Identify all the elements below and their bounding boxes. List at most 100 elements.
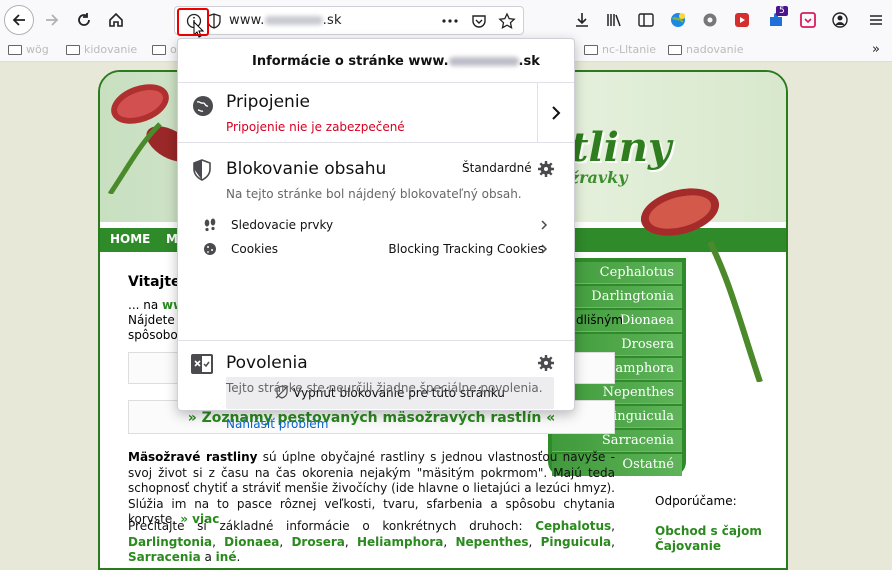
para-bold: Mäsožravé rastliny [128, 450, 258, 464]
connection-section[interactable]: Pripojenie Pripojenie nie je zabezpečené [178, 83, 574, 143]
extension-globe-button[interactable] [664, 6, 692, 34]
intro-prefix: ... na [128, 298, 159, 312]
site-info-highlight [177, 8, 209, 36]
report-issue-link[interactable]: Nahlásiť problém [226, 417, 328, 431]
cookies-row[interactable]: Cookies Blocking Tracking Cookies [178, 239, 574, 261]
blocking-level[interactable]: Štandardné [462, 161, 532, 175]
sidebar-button[interactable] [632, 6, 660, 34]
sidebar-icon [638, 13, 654, 27]
extension-settings-button[interactable] [696, 6, 724, 34]
permissions-icon [190, 353, 214, 378]
gear-extension-icon [703, 13, 717, 27]
site-logo-subtitle: žravky [570, 168, 628, 187]
permissions-description: Tejto stránke ste neurčili žiadne špeciá… [226, 381, 543, 395]
connection-status: Pripojenie nie je zabezpečené [226, 120, 405, 134]
species-link[interactable]: Sarracenia [128, 550, 201, 564]
connection-title: Pripojenie [226, 92, 310, 112]
library-icon [607, 14, 621, 27]
extension-video-button[interactable] [728, 6, 756, 34]
video-extension-icon [735, 13, 749, 27]
species-link[interactable]: Drosera [291, 535, 344, 549]
cookies-value: Blocking Tracking Cookies [388, 242, 544, 256]
cookie-icon [203, 242, 217, 259]
bookmark-folder[interactable]: nadovanie [668, 43, 743, 56]
bookmark-folder[interactable]: nc-Lltanie [584, 43, 656, 56]
home-button[interactable] [102, 6, 130, 34]
cookies-label: Cookies [231, 242, 278, 256]
footprints-icon [203, 218, 217, 235]
trackers-label: Sledovacie prvky [231, 218, 334, 232]
url-text[interactable]: www. .sk [229, 13, 342, 28]
bookmark-folder[interactable]: wög [8, 43, 49, 56]
extension-pocket-button[interactable] [794, 6, 822, 34]
bookmark-label: nadovanie [686, 43, 744, 56]
reload-icon [78, 13, 90, 26]
downloads-button[interactable] [568, 6, 596, 34]
para2-and: a [200, 550, 216, 564]
title-prefix: Informácie o stránke www. [252, 54, 449, 69]
library-button[interactable] [600, 6, 628, 34]
species-link[interactable]: Nepenthes [455, 535, 528, 549]
recommend-label: Odporúčame: [655, 494, 737, 508]
species-paragraph: Prečítajte si základné informácie o konk… [128, 519, 615, 564]
species-link[interactable]: Darlingtonia [128, 535, 212, 549]
blurred-domain [448, 57, 519, 66]
content-blocking-section: Blokovanie obsahu Štandardné Na tejto st… [178, 143, 574, 431]
page-actions-icon[interactable] [441, 14, 459, 31]
chevron-right-icon [552, 106, 561, 120]
folder-icon [584, 44, 598, 55]
intro-line-2: Nájdete [128, 313, 175, 327]
intro-line-2-end: dlišným [576, 313, 623, 327]
gear-icon[interactable] [538, 161, 554, 180]
site-logo: tliny [570, 124, 672, 171]
reload-button[interactable] [70, 6, 98, 34]
menu-button[interactable] [862, 6, 890, 34]
nav-home[interactable]: HOME [110, 232, 150, 246]
tracking-shield-icon[interactable] [207, 13, 221, 32]
species-link[interactable]: Dionaea [224, 535, 279, 549]
url-suffix: .sk [322, 13, 342, 28]
save-extension-icon [800, 12, 816, 28]
bookmark-label: nc-Lltanie [602, 43, 657, 56]
back-arrow-icon [12, 14, 25, 26]
species-link[interactable]: iné [216, 550, 237, 564]
shop-line-2: Čajovanie [655, 539, 721, 553]
shop-link[interactable]: Obchod s čajom Čajovanie [655, 524, 762, 554]
species-link[interactable]: Heliamphora [357, 535, 443, 549]
blocking-description: Na tejto stránke bol nájdený blokovateľn… [226, 187, 522, 201]
welcome-heading: Vitajte [128, 274, 181, 290]
home-icon [109, 12, 123, 27]
folder-icon [152, 44, 166, 55]
folder-icon [8, 44, 22, 55]
bookmark-folder[interactable]: kidovanie [66, 43, 137, 56]
para2-text: Prečítajte si základné informácie o konk… [128, 519, 536, 533]
connection-details-button[interactable] [537, 83, 574, 143]
permissions-title: Povolenia [226, 353, 308, 373]
back-button[interactable] [4, 5, 34, 35]
bookmark-star-icon[interactable] [498, 12, 516, 33]
intro-paragraph: Mäsožravé rastliny sú úplne obyčajné ras… [128, 450, 615, 528]
blocking-title: Blokovanie obsahu [226, 159, 387, 179]
account-button[interactable] [826, 6, 854, 34]
species-link[interactable]: Pinguicula [541, 535, 612, 549]
globe-icon [192, 95, 214, 120]
url-bar[interactable] [174, 6, 524, 38]
overflow-chevron-icon[interactable]: » [872, 42, 880, 57]
shield-icon [192, 159, 212, 184]
shop-line-1: Obchod s čajom [655, 524, 762, 538]
blurred-domain [264, 16, 323, 25]
intro-line: ... na ww [128, 298, 184, 312]
bookmark-label: kidovanie [84, 43, 138, 56]
pocket-icon[interactable] [471, 13, 487, 32]
bookmark-folder[interactable]: o [152, 43, 177, 56]
hamburger-icon [870, 15, 882, 25]
download-icon [576, 13, 588, 27]
trackers-row[interactable]: Sledovacie prvky [178, 215, 574, 237]
extension-puzzle-button[interactable]: 5 [762, 6, 790, 34]
forward-button[interactable] [38, 6, 66, 34]
species-link[interactable]: Cephalotus [535, 519, 611, 533]
site-info-panel: Informácie o stránke www. .sk Pripojenie … [177, 38, 575, 431]
folder-icon [668, 44, 682, 55]
panel-title: Informácie o stránke www. .sk [252, 54, 540, 69]
gear-icon[interactable] [538, 355, 554, 374]
